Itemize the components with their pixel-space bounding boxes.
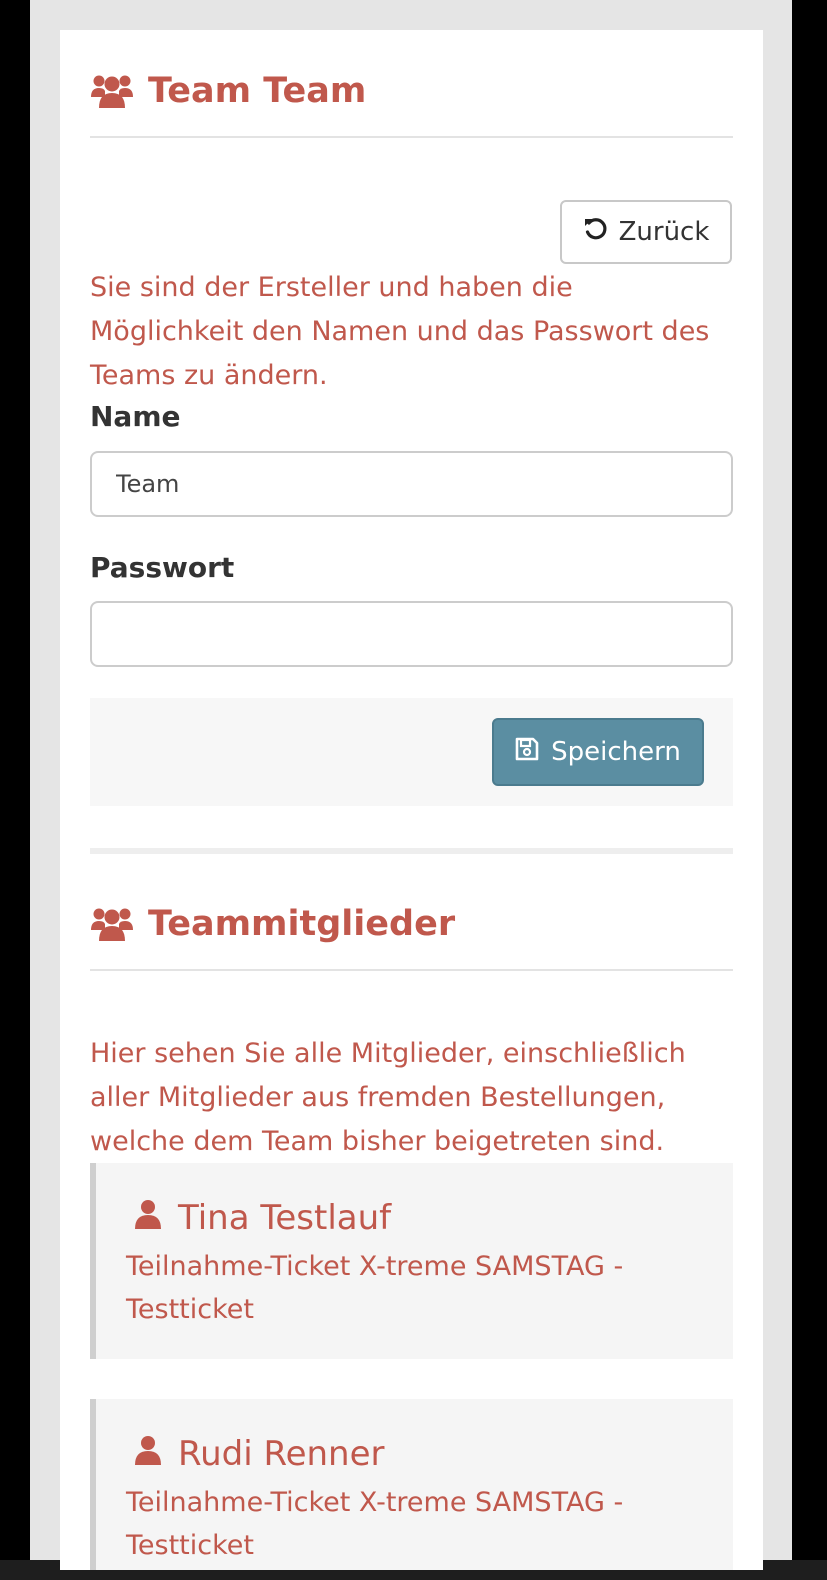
password-input[interactable] xyxy=(90,601,733,667)
users-icon xyxy=(90,906,134,942)
users-icon xyxy=(90,73,134,109)
save-button-label: Speichern xyxy=(551,737,681,767)
back-button[interactable]: Zurück xyxy=(560,200,732,264)
member-ticket: Teilnahme-Ticket X-treme SAMSTAG - Testt… xyxy=(126,1251,624,1325)
section-divider xyxy=(90,848,733,854)
name-input[interactable] xyxy=(90,451,733,517)
team-heading: Team Team xyxy=(90,61,366,121)
divider xyxy=(90,136,733,138)
user-icon xyxy=(134,1429,162,1479)
password-label: Passwort xyxy=(90,551,235,584)
member-name-row: Tina Testlauf xyxy=(134,1193,703,1243)
members-heading: Teammitglieder xyxy=(90,894,455,954)
name-label: Name xyxy=(90,400,181,433)
members-title: Teammitglieder xyxy=(148,904,456,944)
members-info-text: Hier sehen Sie alle Mitglieder, einschli… xyxy=(90,1038,686,1157)
creator-info-text: Sie sind der Ersteller und haben die Mög… xyxy=(90,272,710,391)
undo-icon xyxy=(583,216,609,249)
save-button[interactable]: Speichern xyxy=(492,718,704,786)
form-actions: Speichern xyxy=(90,698,733,806)
member-card: Rudi Renner Teilnahme-Ticket X-treme SAM… xyxy=(90,1399,733,1570)
back-button-label: Zurück xyxy=(618,217,710,247)
divider xyxy=(90,969,733,971)
member-name: Tina Testlauf xyxy=(178,1198,392,1238)
team-card: Team Team Zurück Sie sind der Ersteller … xyxy=(60,30,763,1570)
user-icon xyxy=(134,1193,162,1243)
floppy-disk-icon xyxy=(515,737,539,768)
member-name: Rudi Renner xyxy=(178,1434,385,1474)
member-card: Tina Testlauf Teilnahme-Ticket X-treme S… xyxy=(90,1163,733,1359)
member-ticket: Teilnahme-Ticket X-treme SAMSTAG - Testt… xyxy=(126,1487,624,1561)
team-title: Team Team xyxy=(148,71,367,111)
member-name-row: Rudi Renner xyxy=(134,1429,703,1479)
